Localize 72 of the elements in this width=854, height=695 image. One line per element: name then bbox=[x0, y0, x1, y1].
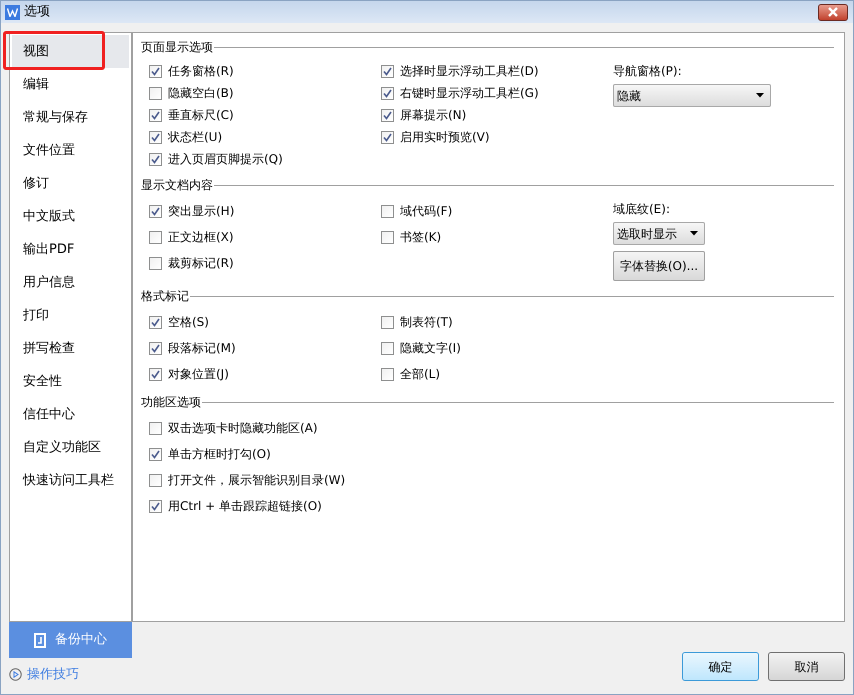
checkbox[interactable]: 启用实时预览(V) bbox=[381, 126, 613, 148]
checkbox[interactable]: 全部(L) bbox=[381, 361, 613, 387]
sidebar-item[interactable]: 输出PDF bbox=[12, 233, 129, 266]
close-button[interactable] bbox=[818, 4, 848, 20]
checkbox[interactable]: 用Ctrl + 单击跟踪超链接(O) bbox=[149, 493, 381, 519]
checkbox[interactable]: 屏幕提示(N) bbox=[381, 104, 613, 126]
section-title: 显示文档内容 bbox=[141, 177, 213, 194]
check-icon bbox=[383, 132, 392, 142]
section-title: 页面显示选项 bbox=[141, 39, 213, 56]
checkbox[interactable]: 裁剪标记(R) bbox=[149, 250, 381, 276]
sidebar-item[interactable]: 安全性 bbox=[12, 365, 129, 398]
checkbox[interactable]: 双击选项卡时隐藏功能区(A) bbox=[149, 415, 381, 441]
sidebar-item[interactable]: 编辑 bbox=[12, 68, 129, 101]
checkbox[interactable]: 单击方框时打勾(O) bbox=[149, 441, 381, 467]
checkbox[interactable]: 空格(S) bbox=[149, 309, 381, 335]
sidebar-item[interactable]: 自定义功能区 bbox=[12, 431, 129, 464]
check-icon bbox=[151, 206, 160, 216]
checkbox[interactable]: 打开文件，展示智能识别目录(W) bbox=[149, 467, 381, 493]
checkbox[interactable]: 域代码(F) bbox=[381, 198, 613, 224]
checkbox[interactable]: 对象位置(J) bbox=[149, 361, 381, 387]
check-icon bbox=[151, 502, 160, 510]
play-icon bbox=[9, 668, 22, 682]
checkbox[interactable]: 隐藏文字(I) bbox=[381, 335, 613, 361]
check-icon bbox=[151, 66, 160, 76]
check-icon bbox=[151, 370, 160, 378]
caret-icon bbox=[756, 93, 764, 98]
checkbox[interactable]: 垂直标尺(C) bbox=[149, 104, 381, 126]
checkbox[interactable]: 突出显示(H) bbox=[149, 198, 381, 224]
check-icon bbox=[151, 132, 160, 142]
document-icon bbox=[34, 632, 47, 648]
section-title: 格式标记 bbox=[141, 288, 189, 305]
field-label: 导航窗格(P): bbox=[613, 63, 683, 80]
check-icon bbox=[151, 154, 160, 164]
checkbox[interactable]: 制表符(T) bbox=[381, 309, 613, 335]
checkbox[interactable]: 选择时显示浮动工具栏(D) bbox=[381, 60, 613, 82]
sidebar-item[interactable]: 文件位置 bbox=[12, 134, 129, 167]
check-icon bbox=[151, 344, 160, 352]
checkbox[interactable]: 进入页眉页脚提示(Q) bbox=[149, 148, 381, 170]
sidebar-item[interactable]: 信任中心 bbox=[12, 398, 129, 431]
checkbox[interactable]: 书签(K) bbox=[381, 224, 613, 250]
ok-button[interactable]: 确定 bbox=[682, 652, 759, 681]
section-title: 功能区选项 bbox=[141, 394, 201, 411]
check-icon bbox=[151, 450, 160, 458]
checkbox[interactable]: 隐藏空白(B) bbox=[149, 82, 381, 104]
sidebar-item[interactable]: 快速访问工具栏 bbox=[12, 464, 129, 497]
sidebar-item[interactable]: 用户信息 bbox=[12, 266, 129, 299]
close-icon bbox=[827, 7, 839, 17]
sidebar-item[interactable]: 常规与保存 bbox=[12, 101, 129, 134]
sidebar-item[interactable]: 视图 bbox=[12, 35, 129, 68]
checkbox[interactable]: 状态栏(U) bbox=[149, 126, 381, 148]
font-replace-button[interactable]: 字体替换(O)... bbox=[613, 251, 705, 281]
window-title: 选项 bbox=[24, 3, 50, 22]
checkbox[interactable]: 段落标记(M) bbox=[149, 335, 381, 361]
caret-icon bbox=[690, 231, 698, 236]
field-label: 域底纹(E): bbox=[613, 201, 671, 218]
app-icon bbox=[5, 4, 20, 20]
checkbox[interactable]: 任务窗格(R) bbox=[149, 60, 381, 82]
sidebar-item[interactable]: 中文版式 bbox=[12, 200, 129, 233]
sidebar-item[interactable]: 打印 bbox=[12, 299, 129, 332]
check-icon bbox=[151, 110, 160, 120]
check-icon bbox=[383, 66, 392, 76]
checkbox[interactable]: 正文边框(X) bbox=[149, 224, 381, 250]
checkbox[interactable]: 右键时显示浮动工具栏(G) bbox=[381, 82, 613, 104]
sidebar-item[interactable]: 拼写检查 bbox=[12, 332, 129, 365]
dropdown[interactable]: 选取时显示 bbox=[613, 222, 705, 245]
sidebar-item[interactable]: 修订 bbox=[12, 167, 129, 200]
cancel-button[interactable]: 取消 bbox=[768, 652, 845, 681]
check-icon bbox=[383, 110, 392, 120]
dropdown[interactable]: 隐藏 bbox=[613, 84, 771, 107]
check-icon bbox=[383, 88, 392, 98]
check-icon bbox=[151, 318, 160, 326]
tips-link[interactable]: 操作技巧 bbox=[9, 665, 132, 684]
